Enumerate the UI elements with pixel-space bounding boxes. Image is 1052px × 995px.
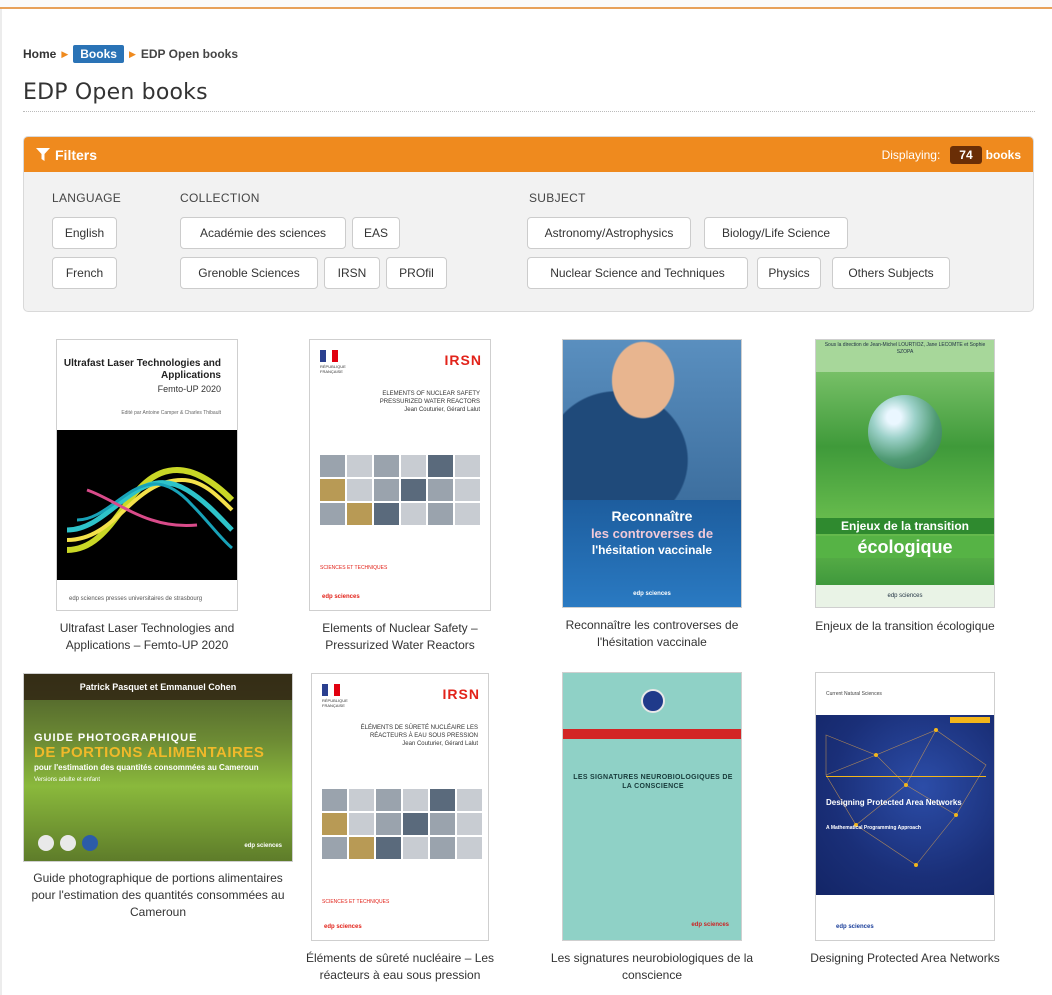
cover-authors: Patrick Pasquet et Emmanuel Cohen [79, 682, 237, 692]
book-title-7[interactable]: Les signatures neurobiologiques de la co… [532, 950, 772, 984]
filters-header[interactable]: Filters Displaying: 74 books [24, 137, 1033, 172]
breadcrumb-separator-icon: ▶ [128, 48, 136, 59]
edp-logo: edp sciences [816, 585, 994, 607]
cover-line4: Versions adulte et enfant [34, 777, 101, 783]
edp-logo: edp sciences [244, 843, 282, 849]
filter-others-subjects[interactable]: Others Subjects [832, 257, 950, 289]
filter-biology[interactable]: Biology/Life Science [704, 217, 848, 249]
filter-eas[interactable]: EAS [352, 217, 400, 249]
filter-academie-des-sciences[interactable]: Académie des sciences [180, 217, 346, 249]
book-title-8[interactable]: Designing Protected Area Networks [790, 950, 1020, 967]
cover-rule [826, 776, 986, 777]
cover-title: ÉLÉMENTS DE SÛRETÉ NUCLÉAIRE LES RÉACTEU… [360, 725, 478, 747]
cover-photo-mosaic [320, 455, 480, 525]
filter-profil[interactable]: PROfil [386, 257, 447, 289]
cover-red-band [563, 729, 741, 739]
book-cover-3[interactable]: Reconnaître les controverses de l'hésita… [562, 339, 742, 608]
book-title-2[interactable]: Elements of Nuclear Safety – Pressurized… [295, 620, 505, 654]
partner-logo-icon [82, 835, 98, 851]
top-accent-rule [0, 0, 1052, 9]
glass-globe-image [868, 395, 942, 469]
filters-title[interactable]: Filters [36, 147, 97, 163]
filter-grenoble-sciences[interactable]: Grenoble Sciences [180, 257, 318, 289]
collection-label: COLLECTION [180, 191, 260, 205]
cover-title: Designing Protected Area Networks [826, 798, 962, 807]
filter-irsn[interactable]: IRSN [324, 257, 380, 289]
result-count: Displaying: 74 books [881, 145, 1021, 164]
book-title-4[interactable]: Enjeux de la transition écologique [790, 618, 1020, 635]
cover-line1: Reconnaître [611, 508, 693, 524]
irsn-logo: IRSN [442, 686, 480, 702]
cover-tag [950, 717, 990, 723]
cover-republic: RÉPUBLIQUE FRANÇAISE [320, 364, 346, 374]
book-title-1[interactable]: Ultrafast Laser Technologies and Applica… [30, 620, 264, 654]
book-cover-7[interactable]: LES SIGNATURES NEUROBIOLOGIQUES DE LA CO… [562, 672, 742, 941]
page-title: EDP Open books [23, 80, 1035, 112]
book-cover-5[interactable]: Patrick Pasquet et Emmanuel Cohen GUIDE … [23, 673, 293, 862]
edp-logo: edp sciences [633, 591, 671, 597]
book-title-6[interactable]: Éléments de sûreté nucléaire – Les réact… [298, 950, 502, 984]
cover-title: Ultrafast Laser Technologies and Applica… [63, 358, 221, 381]
filter-physics[interactable]: Physics [757, 257, 821, 289]
filter-french[interactable]: French [52, 257, 117, 289]
edp-logo: edp sciences [322, 594, 360, 600]
subject-label: SUBJECT [529, 191, 586, 205]
filters-label: Filters [55, 146, 98, 163]
republique-flag-icon [322, 684, 340, 696]
cover-footer: edp sciences presses universitaires de s… [69, 596, 203, 602]
irsn-logo: IRSN [444, 352, 482, 368]
filter-english[interactable]: English [52, 217, 117, 249]
cover-photo-child [563, 340, 741, 500]
laser-wave-art [57, 430, 237, 580]
republique-flag-icon [320, 350, 338, 362]
edp-logo: edp sciences [324, 924, 362, 930]
cover-series: SCIENCES ET TECHNIQUES [320, 565, 388, 571]
book-title-3[interactable]: Reconnaître les controverses de l'hésita… [540, 617, 764, 651]
book-cover-6[interactable]: RÉPUBLIQUE FRANÇAISE IRSN ÉLÉMENTS DE SÛ… [311, 673, 489, 941]
left-border [0, 9, 2, 995]
book-title-5[interactable]: Guide photographique de portions aliment… [23, 870, 293, 921]
cover-republic: RÉPUBLIQUE FRANÇAISE [322, 698, 348, 708]
funnel-icon [36, 148, 50, 161]
breadcrumb: Home ▶ Books ▶ EDP Open books [23, 44, 238, 64]
cover-photo-mosaic [322, 789, 482, 859]
cover-line1: GUIDE PHOTOGRAPHIQUE [34, 732, 198, 744]
filters-panel: Filters Displaying: 74 books LANGUAGE CO… [23, 136, 1034, 312]
cover-line3: l'hésitation vaccinale [591, 543, 713, 557]
edp-logo: edp sciences [836, 924, 874, 930]
partner-logo-icon [60, 835, 76, 851]
cover-line1: Enjeux de la transition [816, 518, 994, 534]
breadcrumb-separator-icon: ▶ [61, 48, 69, 59]
partner-logo-icon [38, 835, 54, 851]
filter-astronomy[interactable]: Astronomy/Astrophysics [527, 217, 691, 249]
count-badge: 74 [950, 145, 982, 164]
book-cover-1[interactable]: Ultrafast Laser Technologies and Applica… [56, 339, 238, 611]
cover-title: ELEMENTS OF NUCLEAR SAFETY PRESSURIZED W… [379, 391, 480, 413]
cover-series: SCIENCES ET TECHNIQUES [322, 899, 390, 905]
cover-line2: les controverses de [590, 526, 714, 541]
filter-nuclear-science[interactable]: Nuclear Science and Techniques [527, 257, 748, 289]
displaying-label: Displaying: [881, 147, 941, 162]
cover-line2: DE PORTIONS ALIMENTAIRES [34, 744, 265, 761]
breadcrumb-current: EDP Open books [140, 47, 239, 61]
cover-authors: Sous la direction de Jean-Michel LOURTIO… [816, 340, 994, 372]
edp-logo: edp sciences [691, 922, 729, 928]
cover-subtitle: Femto-UP 2020 [157, 384, 221, 394]
cover-editors: Edité par Antoine Camper & Charles Thiba… [121, 410, 221, 416]
book-cover-4[interactable]: Sous la direction de Jean-Michel LOURTIO… [815, 339, 995, 608]
book-cover-2[interactable]: RÉPUBLIQUE FRANÇAISE IRSN ELEMENTS OF NU… [309, 339, 491, 611]
language-label: LANGUAGE [52, 191, 122, 205]
book-cover-8[interactable]: Current Natural Sciences Designing Prote… [815, 672, 995, 941]
breadcrumb-books[interactable]: Books [73, 45, 124, 63]
cover-series: Current Natural Sciences [826, 691, 882, 697]
cover-line2: écologique [816, 536, 994, 558]
cover-line3: pour l'estimation des quantités consommé… [34, 763, 259, 772]
cover-title: LES SIGNATURES NEUROBIOLOGIQUES DE LA CO… [573, 774, 733, 790]
cover-subtitle: A Mathematical Programming Approach [826, 825, 921, 831]
academy-seal-icon [641, 689, 665, 713]
breadcrumb-home[interactable]: Home [23, 47, 56, 61]
count-unit: books [985, 147, 1021, 162]
